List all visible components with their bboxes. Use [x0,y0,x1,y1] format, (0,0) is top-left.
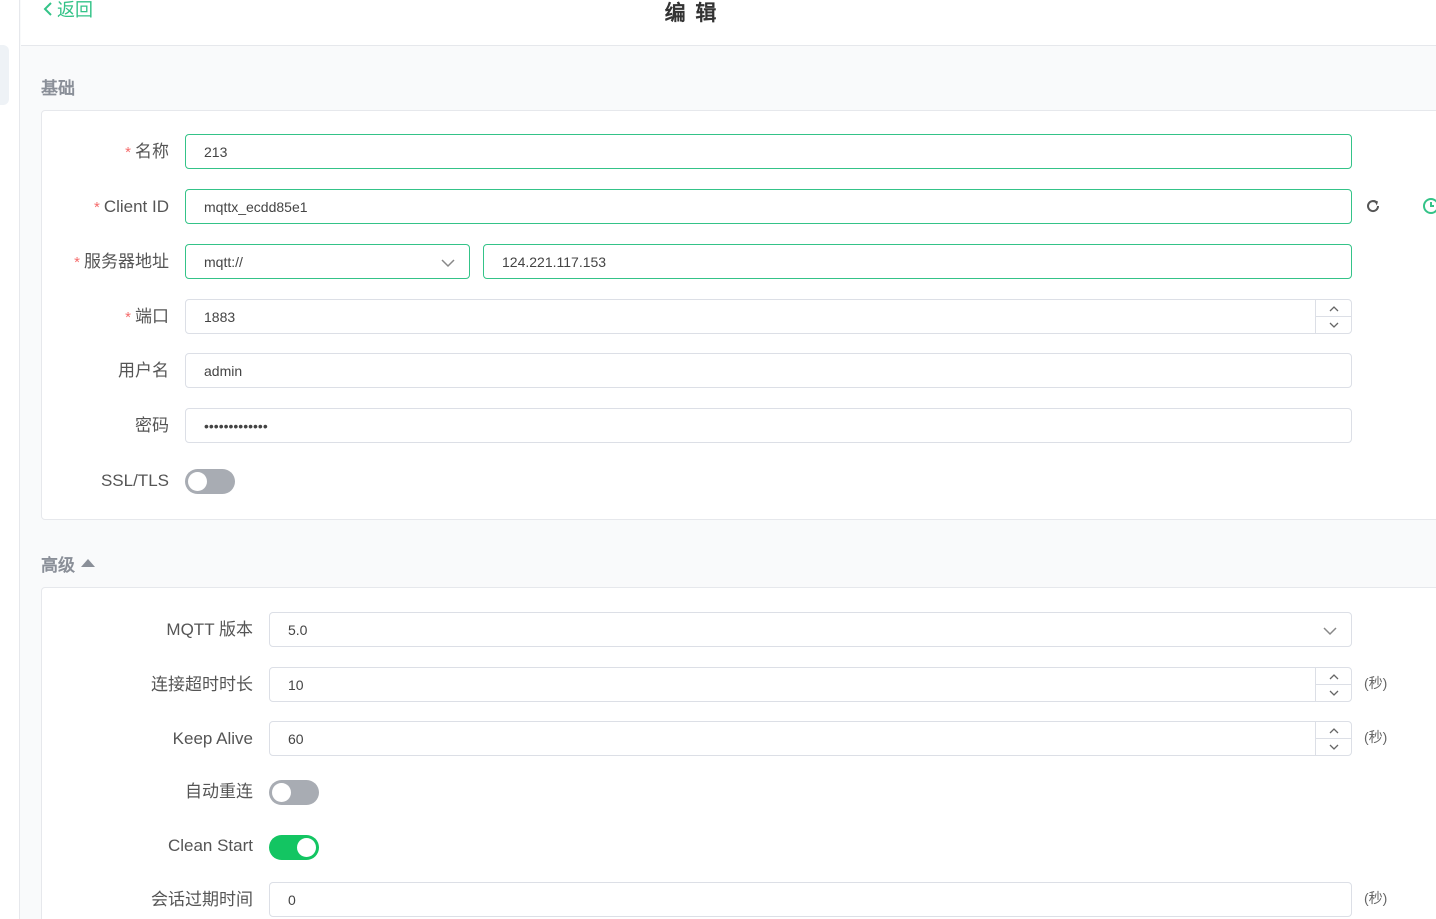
mqtt-version-value: 5.0 [288,621,308,638]
protocol-select[interactable]: mqtt:// [185,244,470,279]
page-title: 编 辑 [664,2,719,25]
advanced-card: MQTT 版本 5.0 连接超时时长 10 (秒) Keep Alive 60 … [41,587,1436,919]
required-mark: * [125,144,131,161]
username-value: admin [204,362,243,379]
server-label-text: 服务器地址 [84,252,169,271]
name-label-text: 名称 [135,142,169,161]
section-title-advanced[interactable]: 高级 [41,551,95,576]
keep-alive-decrement[interactable] [1316,739,1351,755]
client-id-value: mqttx_ecdd85e1 [204,198,308,215]
section-title-advanced-text: 高级 [41,556,75,575]
toggle-knob [272,783,291,802]
required-mark: * [74,254,80,271]
refresh-icon[interactable] [1364,197,1382,215]
auto-reconnect-toggle[interactable] [269,780,319,805]
name-label: * 名称 [125,134,169,169]
toggle-knob [297,838,316,857]
required-mark: * [125,309,131,326]
chevron-up-icon [1329,305,1338,311]
clean-start-toggle[interactable] [269,835,319,860]
client-id-input[interactable]: mqttx_ecdd85e1 [185,189,1352,224]
keep-alive-input[interactable]: 60 [269,721,1352,756]
ssl-label: SSL/TLS [100,471,169,490]
toggle-knob [188,472,207,491]
connect-timeout-input[interactable]: 10 [269,667,1352,702]
connect-timeout-decrement[interactable] [1316,685,1351,701]
left-rail [0,0,20,919]
password-value: ••••••••••••• [204,417,268,434]
section-title-basic: 基础 [41,74,75,99]
required-mark: * [93,199,100,216]
chevron-up-icon [1329,727,1338,733]
password-input[interactable]: ••••••••••••• [185,408,1352,443]
session-expiry-unit: (秒) [1364,890,1388,906]
port-input[interactable]: 1883 [185,299,1352,334]
ssl-toggle[interactable] [185,469,235,494]
auto-reconnect-label: 自动重连 [185,782,253,801]
port-label: * 端口 [125,299,169,334]
basic-card: * 名称 213 * Client ID mqttx_ecdd85e1 * 服务器地址… [41,110,1436,520]
port-decrement[interactable] [1316,317,1351,333]
session-expiry-value: 0 [288,891,296,908]
password-label: 密码 [135,416,169,435]
chevron-down-icon [1323,627,1337,636]
keep-alive-unit: (秒) [1364,729,1388,745]
port-value: 1883 [204,308,236,325]
connect-timeout-increment[interactable] [1316,668,1351,685]
keep-alive-value: 60 [288,730,304,747]
username-input[interactable]: admin [185,353,1352,388]
chevron-up-icon [1329,673,1338,679]
caret-up-icon [81,558,95,567]
client-id-label: * Client ID [94,189,169,224]
keep-alive-stepper [1315,722,1351,755]
chevron-down-icon [1329,690,1338,696]
rail-tab[interactable] [0,45,9,105]
session-expiry-input[interactable]: 0 [269,882,1352,917]
protocol-value: mqtt:// [204,253,243,270]
host-input[interactable]: 124.221.117.153 [483,244,1352,279]
host-value: 124.221.117.153 [502,253,607,270]
keep-alive-increment[interactable] [1316,722,1351,739]
port-increment[interactable] [1316,300,1351,317]
clean-start-label: Clean Start [167,836,253,855]
top-bar: 返回 编 辑 [21,0,1436,46]
server-label: * 服务器地址 [74,244,169,279]
chevron-down-icon [1329,322,1338,328]
chevron-down-icon [441,259,455,268]
name-value: 213 [204,143,228,160]
connect-timeout-stepper [1315,668,1351,701]
mqtt-version-label: MQTT 版本 [166,620,253,639]
mqtt-version-select[interactable]: 5.0 [269,612,1352,647]
connect-timeout-label: 连接超时时长 [151,675,253,694]
clock-icon[interactable] [1422,197,1436,215]
section-title-basic-text: 基础 [41,79,75,98]
chevron-down-icon [1329,744,1338,750]
connect-timeout-value: 10 [288,676,304,693]
keep-alive-label: Keep Alive [172,729,253,748]
session-expiry-label: 会话过期时间 [151,890,253,909]
client-id-label-text: Client ID [103,197,169,216]
port-label-text: 端口 [135,307,169,326]
name-input[interactable]: 213 [185,134,1352,169]
username-label: 用户名 [118,361,169,380]
port-stepper [1315,300,1351,333]
connect-timeout-unit: (秒) [1364,675,1388,691]
